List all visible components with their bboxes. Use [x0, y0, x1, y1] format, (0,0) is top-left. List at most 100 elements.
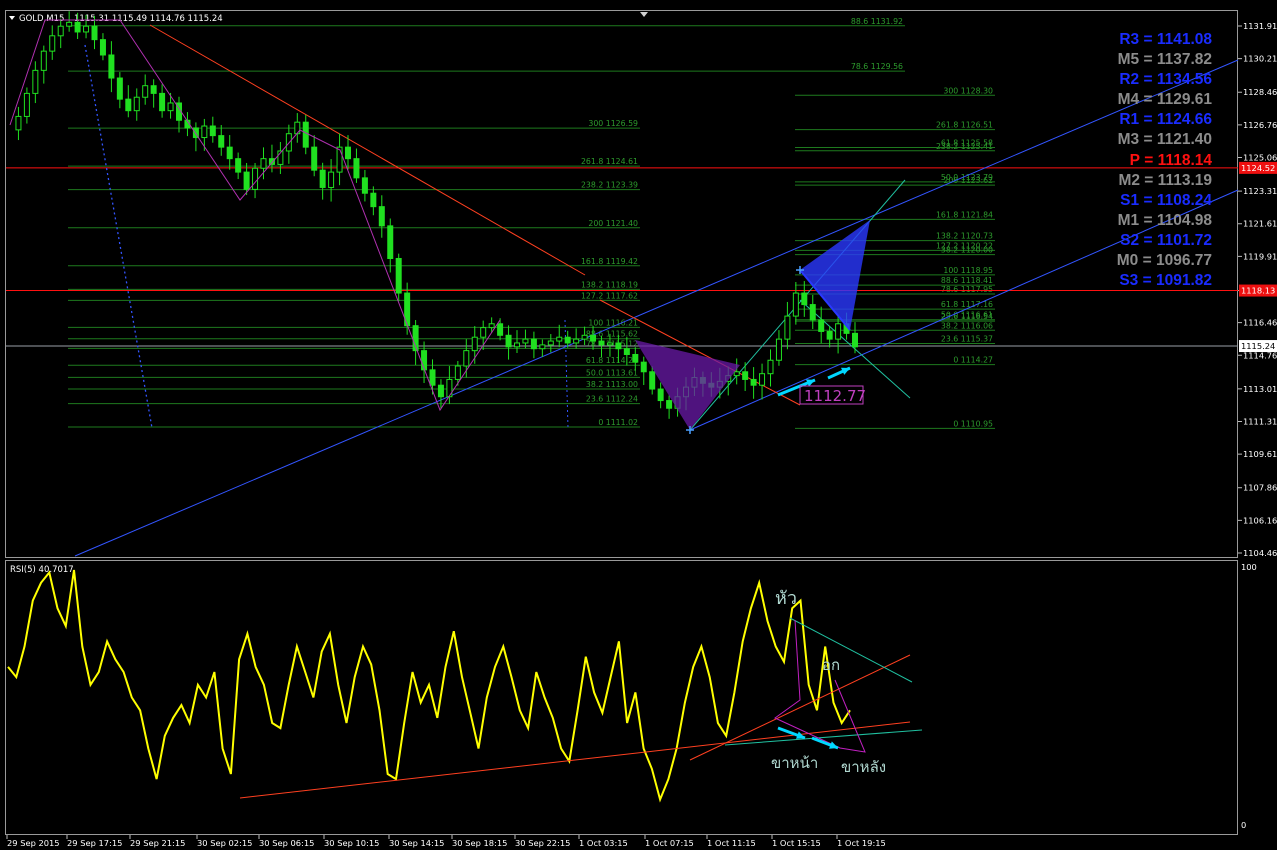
candle-body [742, 371, 749, 380]
candle-body [775, 338, 782, 361]
symbol-menu-icon[interactable] [9, 16, 15, 20]
fib-level-label: 261.8 1124.61 [581, 157, 638, 166]
candle-body [15, 115, 22, 131]
candle-body [623, 348, 630, 355]
fib-level-label: 300 1128.30 [943, 86, 993, 95]
rsi-axis-label: 0 [1241, 820, 1246, 830]
fib-level-label: 50.0 1113.61 [586, 368, 638, 377]
price-axis-label: 1116.46 [1243, 318, 1277, 328]
pivot-name: P [1129, 151, 1140, 169]
pivot-value: 1091.82 [1155, 272, 1212, 290]
candle-body [581, 334, 588, 340]
candle-body [370, 192, 377, 208]
candle-body [159, 92, 166, 112]
pivot-row-m2: M2 = 1113.19 [1100, 171, 1212, 191]
pivot-name: M3 [1117, 131, 1140, 149]
time-axis-label: 30 Sep 14:15 [389, 838, 444, 848]
fib-level-label: 50.0 1123.79 [941, 173, 993, 182]
candle-body [640, 361, 647, 373]
candle-body [361, 177, 368, 194]
pivot-equals: = [1139, 91, 1157, 109]
pivot-row-s1: S1 = 1108.24 [1100, 191, 1212, 211]
price-axis-label: 1107.86 [1243, 483, 1277, 493]
candle-body [74, 21, 81, 33]
candle-body [218, 135, 225, 148]
time-axis-label: 1 Oct 07:15 [645, 838, 694, 848]
pivot-name: M5 [1117, 51, 1140, 69]
candle-body [201, 125, 208, 139]
candle-body [852, 332, 858, 348]
fib-level-label: 38.2 1113.00 [586, 380, 638, 389]
time-axis-label: 1 Oct 03:15 [579, 838, 628, 848]
rsi-line [7, 569, 851, 803]
pivot-equals: = [1139, 231, 1157, 249]
candle-body [497, 323, 504, 336]
fib-level-label: 88.6 1131.92 [851, 17, 903, 26]
chart-shift-icon[interactable] [640, 12, 648, 17]
pivot-row-m5: M5 = 1137.82 [1100, 50, 1212, 70]
candle-body [99, 39, 106, 56]
pivot-equals: = [1139, 31, 1157, 48]
pivot-equals: = [1138, 272, 1156, 290]
candle-body [319, 169, 326, 188]
pivot-price-tag-label: 1124.52 [1241, 163, 1275, 173]
candle-body [378, 206, 385, 227]
candle-body [514, 342, 520, 348]
pivot-equals: = [1139, 71, 1157, 89]
candle-body [480, 327, 487, 338]
price-axis-label: 1109.61 [1243, 449, 1277, 459]
pivot-name: M4 [1117, 91, 1140, 109]
fib-level-label: 61.8 1114.24 [586, 356, 638, 365]
fib-level-label: 300 1126.59 [588, 119, 638, 128]
ohlc-header: 1115.31 1115.49 1114.76 1115.24 [74, 14, 223, 24]
rsi-head-label: หัว [775, 588, 797, 609]
fib-level-label: 238.2 1123.39 [581, 181, 638, 190]
pivot-price-tag-label: 1118.13 [1241, 286, 1275, 296]
fib-level-label: 138.2 1120.73 [936, 232, 993, 241]
candle-body [345, 146, 351, 160]
time-axis-label: 1 Oct 19:15 [837, 838, 886, 848]
candle-body [294, 121, 301, 135]
fib-level-label: 138.2 1118.19 [581, 280, 638, 289]
candle-body [260, 158, 267, 169]
pivot-name: S3 [1119, 272, 1139, 290]
rsi-label: RSI(5) 40.7017 [10, 565, 74, 575]
candle-body [632, 353, 639, 363]
pivot-name: M1 [1117, 211, 1140, 229]
rsi-front-leg-label: ขาหน้า [771, 754, 818, 772]
time-axis-label: 29 Sep 21:15 [130, 838, 185, 848]
candle-body [302, 121, 309, 148]
time-axis-label: 30 Sep 18:15 [452, 838, 507, 848]
candle-body [125, 98, 132, 112]
candle-body [759, 373, 766, 386]
candle-body [792, 292, 799, 317]
fib-level-label: 100 1118.95 [943, 266, 993, 275]
candle-body [556, 336, 563, 342]
fib-level-label: 0 1111.02 [598, 418, 638, 427]
pivot-equals: = [1139, 131, 1157, 149]
candle-body [598, 340, 605, 346]
candle-body [454, 365, 461, 380]
candle-body [564, 336, 571, 344]
pivot-equals: = [1140, 151, 1158, 169]
time-axis-label: 30 Sep 06:15 [259, 838, 314, 848]
candle-body [108, 54, 115, 79]
fib-level-label: 61.8 1117.16 [941, 300, 993, 309]
candle-body [530, 338, 537, 350]
pivot-name: S1 [1120, 191, 1140, 209]
fib-level-label: 0 1114.27 [953, 356, 993, 365]
time-axis-label: 30 Sep 22:15 [515, 838, 570, 848]
candle-body [649, 371, 656, 390]
candle-body [395, 257, 402, 294]
price-axis-label: 1130.21 [1243, 54, 1277, 64]
price-axis-label: 1128.46 [1243, 87, 1277, 97]
candle-body [539, 344, 546, 350]
pivot-value: 1134.56 [1156, 71, 1212, 89]
candle-body [66, 21, 73, 27]
price-chart[interactable]: GOLD,M15 1115.31 1115.49 1114.76 1115.24… [0, 0, 1277, 850]
candle-body [767, 359, 774, 375]
pivot-value: 1096.77 [1155, 252, 1212, 270]
candle-body [733, 371, 740, 377]
pivot-value: 1113.19 [1157, 171, 1212, 189]
candle-body [167, 102, 174, 112]
